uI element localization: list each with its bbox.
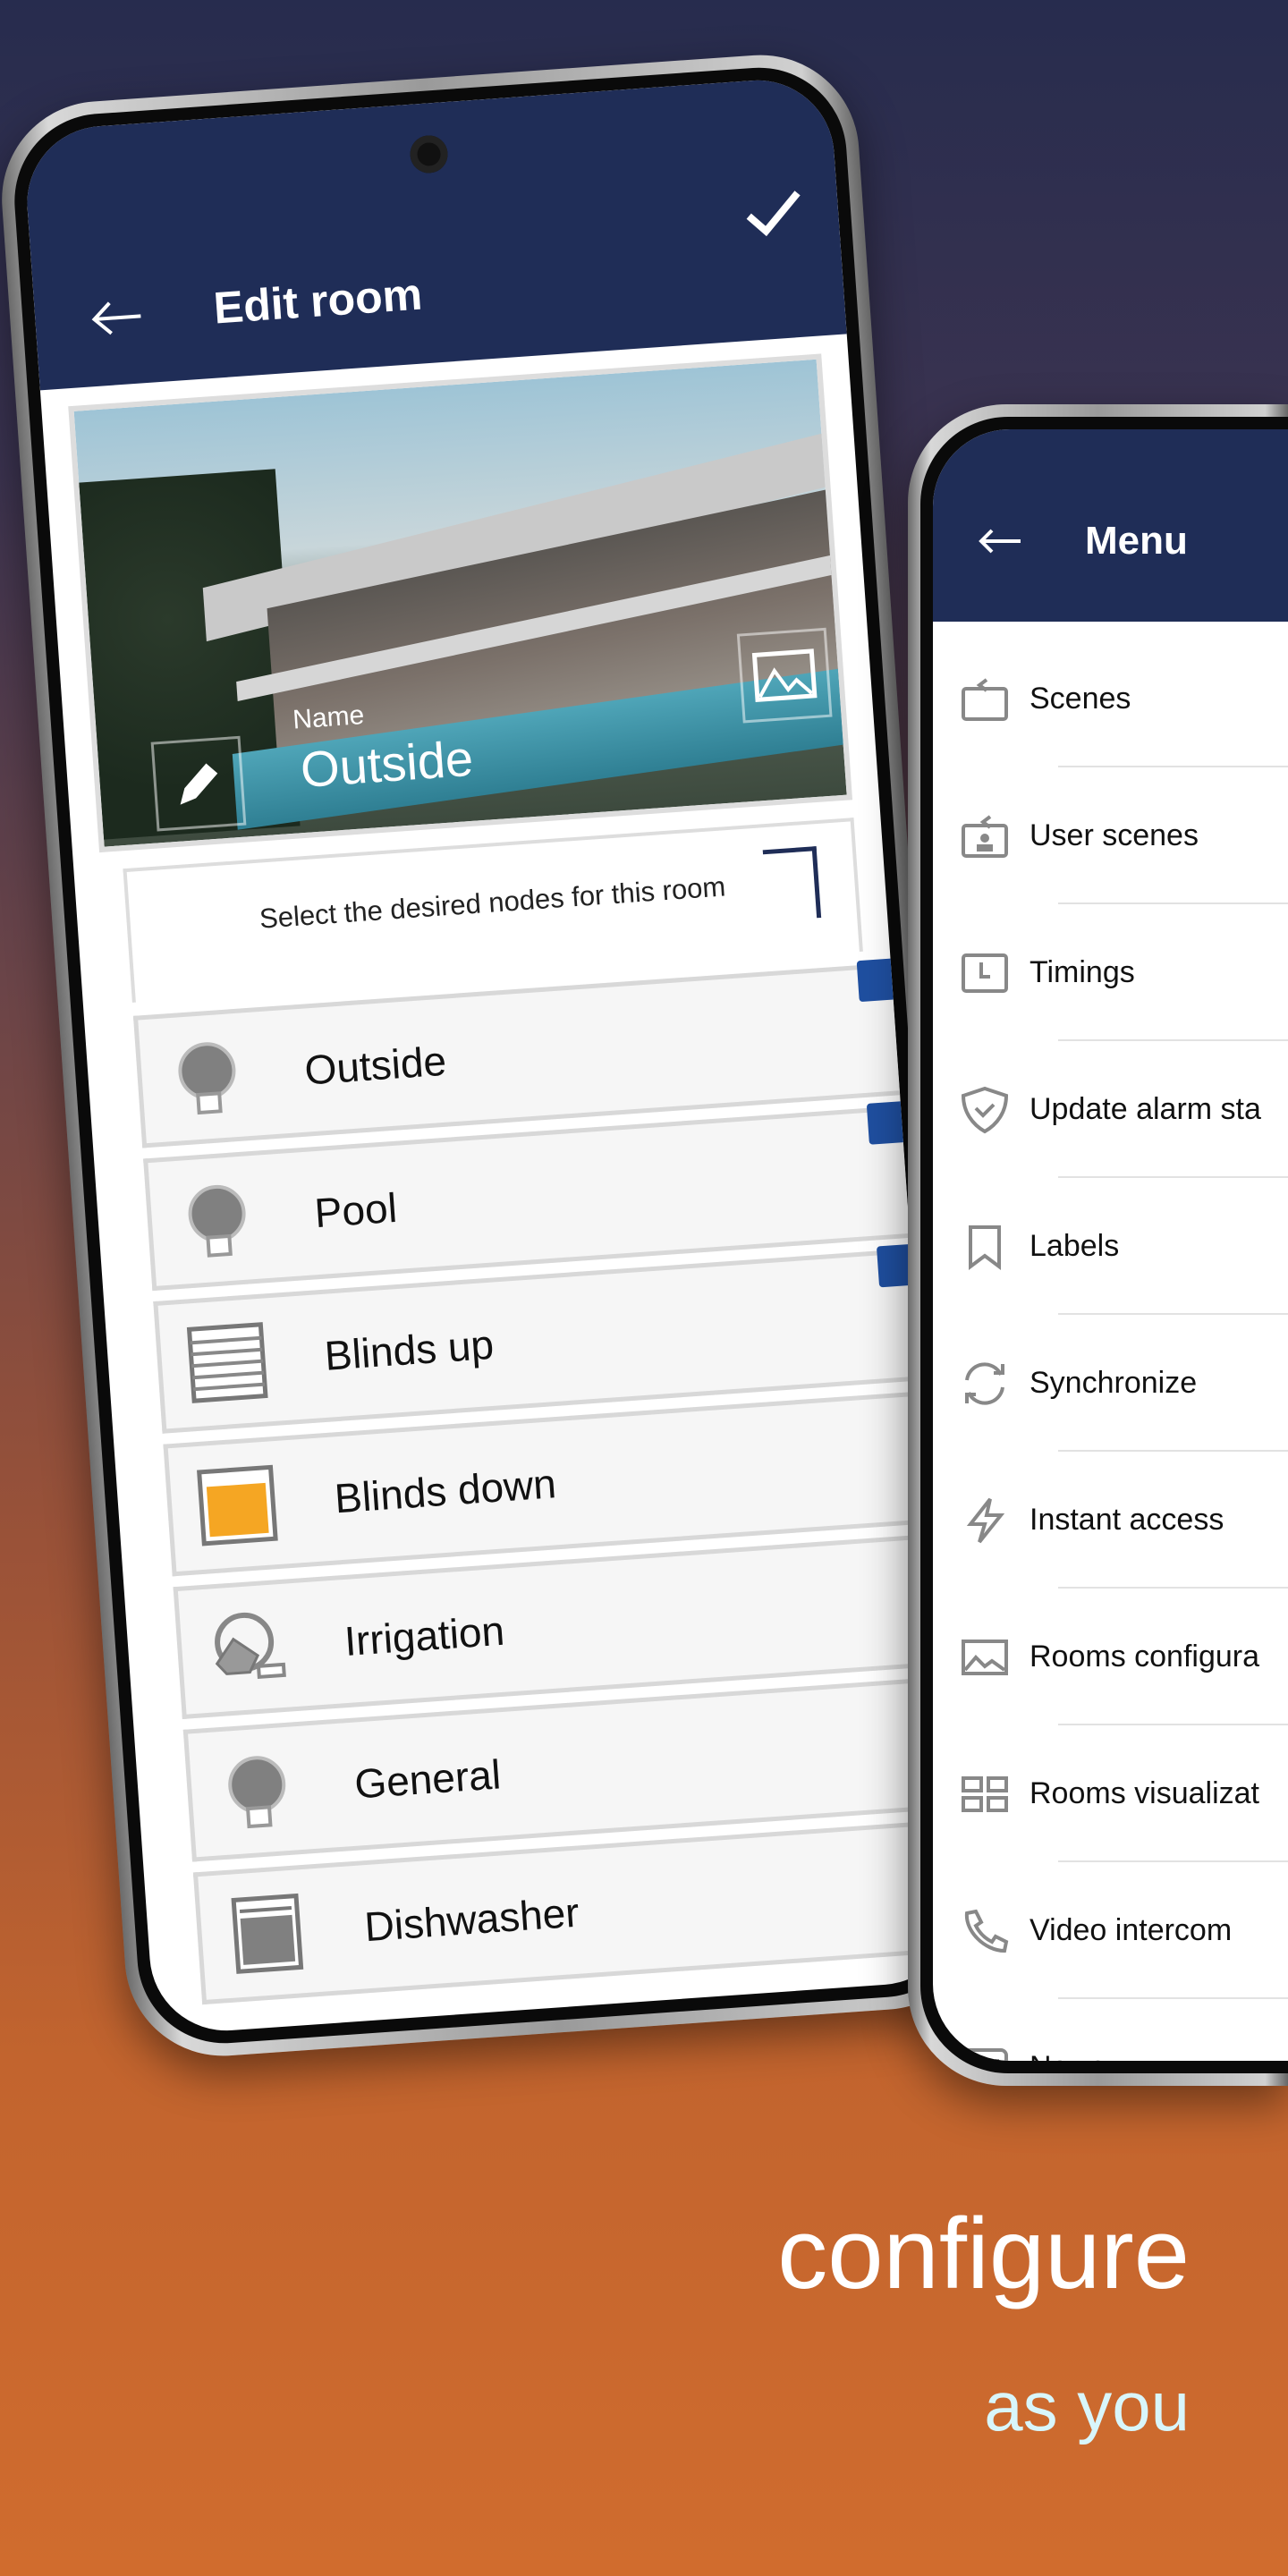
menu-item-label: Video intercom bbox=[1030, 1913, 1233, 1947]
clock-icon bbox=[962, 953, 1008, 993]
app-header: Edit room bbox=[21, 75, 847, 391]
tagline-primary: configure bbox=[777, 2198, 1190, 2309]
node-label: Dishwasher bbox=[362, 1888, 581, 1951]
menu-item-video-intercom[interactable]: Video intercom bbox=[933, 1862, 1288, 1999]
bookmark-icon bbox=[969, 1224, 1001, 1270]
node-label: General bbox=[352, 1750, 503, 1808]
node-label: Irrigation bbox=[343, 1606, 506, 1665]
edit-room-screen: Edit room Name Outside Select the desire… bbox=[21, 75, 962, 2036]
watering-can-icon bbox=[215, 1612, 286, 1679]
bulb-icon bbox=[178, 1042, 236, 1115]
image-icon bbox=[962, 1639, 1008, 1675]
menu-item-timings[interactable]: Timings bbox=[933, 904, 1288, 1041]
user-scenes-icon bbox=[962, 814, 1008, 858]
node-label: Pool bbox=[312, 1183, 399, 1237]
page-title: Edit room bbox=[212, 268, 424, 334]
pencil-icon bbox=[180, 763, 218, 805]
sync-icon bbox=[965, 1361, 1004, 1405]
bulb-icon bbox=[228, 1756, 286, 1829]
menu-item-rooms-visualizat[interactable]: Rooms visualizat bbox=[933, 1725, 1288, 1862]
node-label: Outside bbox=[302, 1037, 448, 1094]
edit-name-button[interactable] bbox=[150, 735, 247, 832]
menu-item-update-alarm-sta[interactable]: Update alarm sta bbox=[933, 1041, 1288, 1178]
menu-item-label: Update alarm sta bbox=[1030, 1092, 1261, 1126]
menu-list: Scenes User scenes Timings Update alarm sta… bbox=[933, 622, 1288, 2061]
node-checkbox[interactable] bbox=[856, 958, 901, 1003]
instruction-text: Select the desired nodes for this room bbox=[258, 870, 727, 935]
scenes-icon bbox=[962, 677, 1008, 721]
blinds-down-icon bbox=[197, 1464, 278, 1546]
menu-header: Menu bbox=[933, 429, 1288, 622]
menu-item-label: Instant access bbox=[1030, 1503, 1224, 1537]
room-name-value: Outside bbox=[299, 729, 475, 799]
blinds-up-icon bbox=[186, 1322, 268, 1403]
dishwasher-icon bbox=[231, 1893, 304, 1974]
shield-check-icon bbox=[961, 1086, 1009, 1133]
check-icon[interactable] bbox=[743, 190, 803, 238]
menu-item-label: Timings bbox=[1030, 955, 1135, 989]
menu-item-instant-access[interactable]: Instant access bbox=[933, 1452, 1288, 1589]
camera-hole bbox=[409, 134, 449, 174]
node-label: Blinds down bbox=[333, 1460, 558, 1522]
node-list: Outside Pool Blinds up Blinds down Irrig… bbox=[132, 958, 961, 2015]
grid-icon bbox=[962, 1775, 1008, 1812]
bulb-icon bbox=[188, 1184, 246, 1258]
menu-screen: Menu Scenes User scenes Timings Update alar… bbox=[933, 429, 1288, 2061]
menu-item-scenes[interactable]: Scenes bbox=[933, 631, 1288, 767]
menu-item-label: Synchronize bbox=[1030, 1366, 1198, 1400]
node-checkbox[interactable] bbox=[866, 1100, 911, 1145]
phone-icon bbox=[964, 1909, 1009, 1953]
tagline-secondary: as you bbox=[984, 2367, 1190, 2445]
menu-item-label: News bbox=[1030, 2050, 1106, 2061]
menu-item-rooms-configura[interactable]: Rooms configura bbox=[933, 1589, 1288, 1725]
menu-item-label: Rooms configura bbox=[1030, 1640, 1260, 1674]
menu-title: Menu bbox=[1085, 519, 1188, 563]
menu-item-news[interactable]: News bbox=[933, 1999, 1288, 2061]
node-label: Blinds up bbox=[323, 1320, 496, 1379]
menu-item-user-scenes[interactable]: User scenes bbox=[933, 767, 1288, 904]
menu-phone: Menu Scenes User scenes Timings Update alar… bbox=[908, 404, 1288, 2086]
menu-item-synchronize[interactable]: Synchronize bbox=[933, 1315, 1288, 1452]
menu-item-label: Rooms visualizat bbox=[1030, 1776, 1259, 1810]
arrow-left-icon[interactable] bbox=[88, 298, 144, 337]
lightning-icon bbox=[966, 1497, 1005, 1543]
menu-item-labels[interactable]: Labels bbox=[933, 1178, 1288, 1315]
name-label: Name bbox=[292, 700, 366, 735]
room-photo: Name Outside bbox=[68, 353, 853, 853]
menu-item-label: Scenes bbox=[1030, 682, 1131, 716]
menu-item-label: User scenes bbox=[1030, 818, 1199, 852]
image-icon bbox=[751, 648, 818, 702]
edit-room-phone: Edit room Name Outside Select the desire… bbox=[0, 48, 989, 2063]
news-icon bbox=[962, 2047, 1008, 2061]
menu-item-label: Labels bbox=[1030, 1229, 1120, 1263]
arrow-left-icon[interactable] bbox=[978, 528, 1022, 555]
change-image-button[interactable] bbox=[736, 627, 833, 724]
select-all-toggle[interactable] bbox=[762, 846, 822, 922]
